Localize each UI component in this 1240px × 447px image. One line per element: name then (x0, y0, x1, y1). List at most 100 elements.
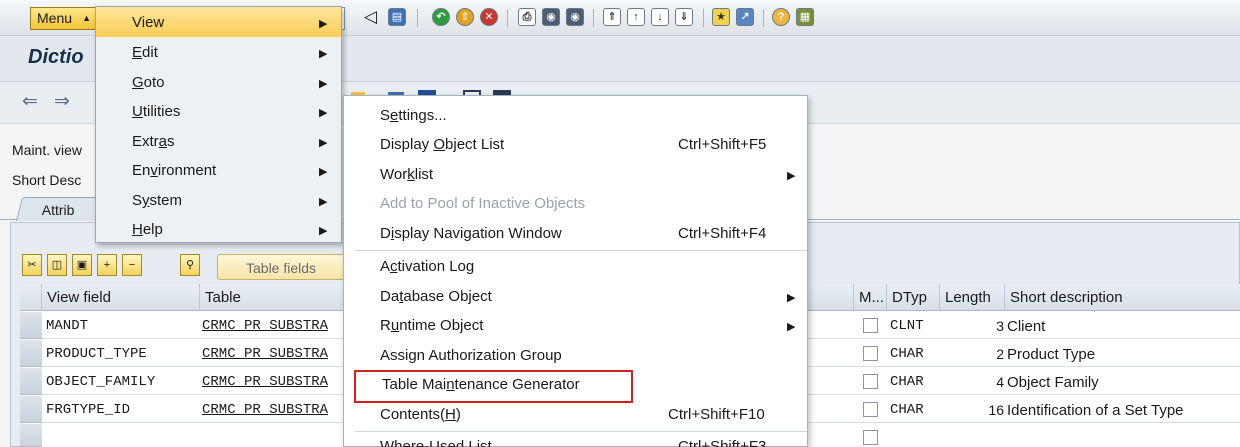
toolbar-separator (703, 9, 704, 27)
menu-button[interactable]: Menu ▲ (30, 7, 96, 30)
save-icon[interactable]: ▤ (388, 8, 406, 26)
dtyp-cell: CHAR (890, 346, 924, 362)
submenu-item-display-object-list[interactable]: Display Object List (380, 136, 504, 153)
column-header-short-description[interactable]: Short description (1005, 284, 1240, 311)
column-header-table[interactable]: Table (200, 284, 345, 311)
submenu-arrow-icon: ▶ (319, 107, 328, 119)
select-all-header[interactable] (20, 284, 42, 311)
submenu-item-runtime-object[interactable]: Runtime Object (380, 317, 483, 334)
mod-checkbox[interactable] (863, 402, 878, 417)
cut-icon[interactable]: ✂ (22, 254, 42, 276)
submenu-arrow-icon: ▶ (787, 170, 796, 182)
column-header-mod[interactable]: M... (854, 284, 887, 311)
submenu-arrow-icon: ▶ (319, 78, 328, 90)
tab-attributes-label: Attrib (41, 202, 75, 218)
submenu-arrow-icon: ▶ (319, 225, 328, 237)
toolbar-separator (507, 9, 508, 27)
menu-item-help[interactable]: Help (132, 221, 163, 238)
submenu-arrow-icon: ▶ (787, 292, 796, 304)
submenu-item-where-used-list[interactable]: Where-Used List (380, 438, 492, 447)
insert-row-icon[interactable]: + (97, 254, 117, 276)
submenu-item-activation-log[interactable]: Activation Log (380, 258, 474, 275)
menu-dropdown-arrow-icon: ▲ (82, 13, 91, 23)
shortcut-contents: Ctrl+Shift+F10 (668, 406, 765, 423)
shortcut-display-object-list: Ctrl+Shift+F5 (678, 136, 767, 153)
key-icon[interactable]: ⚲ (180, 254, 200, 276)
view-field-cell[interactable]: FRGTYPE_ID (46, 402, 130, 418)
toolbar-separator (763, 9, 764, 27)
submenu-item-settings[interactable]: Settings... (380, 107, 447, 124)
view-field-cell[interactable]: OBJECT_FAMILY (46, 374, 155, 390)
view-field-cell[interactable]: PRODUCT_TYPE (46, 346, 147, 362)
first-page-icon[interactable]: ⇑ (603, 8, 621, 26)
menu-item-goto[interactable]: Goto (132, 74, 165, 91)
submenu-item-display-navigation-window[interactable]: Display Navigation Window (380, 225, 562, 242)
previous-page-icon[interactable]: ↑ (627, 8, 645, 26)
print-icon[interactable]: ⎙ (518, 8, 536, 26)
find-icon[interactable]: ◉ (542, 8, 560, 26)
new-session-icon[interactable]: ★ (712, 8, 730, 26)
dtyp-cell: CLNT (890, 318, 924, 334)
submenu-item-contents[interactable]: Contents(H) (380, 406, 461, 423)
table-cell[interactable]: CRMC_PR_SUBSTRA (202, 318, 328, 334)
table-cell[interactable]: CRMC_PR_SUBSTRA (202, 402, 328, 418)
maint-view-label: Maint. view (12, 142, 83, 158)
column-header-length[interactable]: Length (940, 284, 1005, 311)
back-nav-icon[interactable]: ⇐ (22, 90, 38, 113)
description-cell: Client (1007, 318, 1046, 335)
mod-checkbox[interactable] (863, 318, 878, 333)
length-cell: 16 (988, 402, 1004, 418)
submenu-arrow-icon: ▶ (319, 196, 328, 208)
row-selector[interactable] (20, 340, 42, 367)
back-arrow-icon[interactable]: ◁ (364, 7, 377, 27)
submenu-item-worklist[interactable]: Worklist (380, 166, 433, 183)
menu-button-label: Menu (37, 10, 73, 26)
copy-icon[interactable]: ◫ (47, 254, 67, 276)
help-icon[interactable]: ? (772, 8, 790, 26)
dtyp-cell: CHAR (890, 374, 924, 390)
tab-attributes[interactable]: Attrib (16, 197, 102, 221)
mod-checkbox[interactable] (863, 346, 878, 361)
paste-icon[interactable]: ▣ (72, 254, 92, 276)
shortcut-display-navigation-window: Ctrl+Shift+F4 (678, 225, 767, 242)
forward-nav-icon[interactable]: ⇒ (54, 90, 70, 113)
table-fields-button[interactable]: Table fields (217, 254, 345, 280)
page-title: Dictio (28, 46, 84, 68)
view-field-cell[interactable]: MANDT (46, 318, 88, 334)
menu-item-system[interactable]: System (132, 192, 182, 209)
menu-item-environment[interactable]: Environment (132, 162, 216, 179)
mod-checkbox[interactable] (863, 430, 878, 445)
delete-row-icon[interactable]: − (122, 254, 142, 276)
table-cell[interactable]: CRMC_PR_SUBSTRA (202, 346, 328, 362)
length-cell: 3 (996, 318, 1004, 334)
description-cell: Object Family (1007, 374, 1099, 391)
submenu-item-assign-authorization-group[interactable]: Assign Authorization Group (380, 347, 562, 364)
short-description-label: Short Desc (12, 172, 82, 188)
row-selector[interactable] (20, 396, 42, 423)
menu-item-extras[interactable]: Extras (132, 133, 175, 150)
column-header-view-field[interactable]: View field (42, 284, 200, 311)
menu-item-utilities[interactable]: Utilities (132, 103, 180, 120)
toolbar-separator (417, 9, 418, 27)
shortcut-icon[interactable]: ↗ (736, 8, 754, 26)
menu-item-view[interactable]: View (132, 14, 164, 31)
row-selector[interactable] (20, 368, 42, 395)
submenu-item-database-object[interactable]: Database Object (380, 288, 492, 305)
mod-checkbox[interactable] (863, 374, 878, 389)
menu-item-edit[interactable]: Edit (132, 44, 158, 61)
layout-menu-icon[interactable]: ▦ (796, 8, 814, 26)
column-header-table-cont (807, 284, 854, 311)
last-page-icon[interactable]: ⇓ (675, 8, 693, 26)
next-page-icon[interactable]: ↓ (651, 8, 669, 26)
cancel-icon[interactable]: ✕ (480, 8, 498, 26)
description-cell: Product Type (1007, 346, 1096, 363)
column-header-dtyp[interactable]: DTyp (887, 284, 940, 311)
find-next-icon[interactable]: ◉ (566, 8, 584, 26)
submenu-arrow-icon: ▶ (319, 48, 328, 60)
table-cell[interactable]: CRMC_PR_SUBSTRA (202, 374, 328, 390)
exit-icon[interactable]: ⇧ (456, 8, 474, 26)
row-selector[interactable] (20, 424, 42, 447)
back-icon[interactable]: ↶ (432, 8, 450, 26)
toolbar-separator (593, 9, 594, 27)
row-selector[interactable] (20, 312, 42, 339)
